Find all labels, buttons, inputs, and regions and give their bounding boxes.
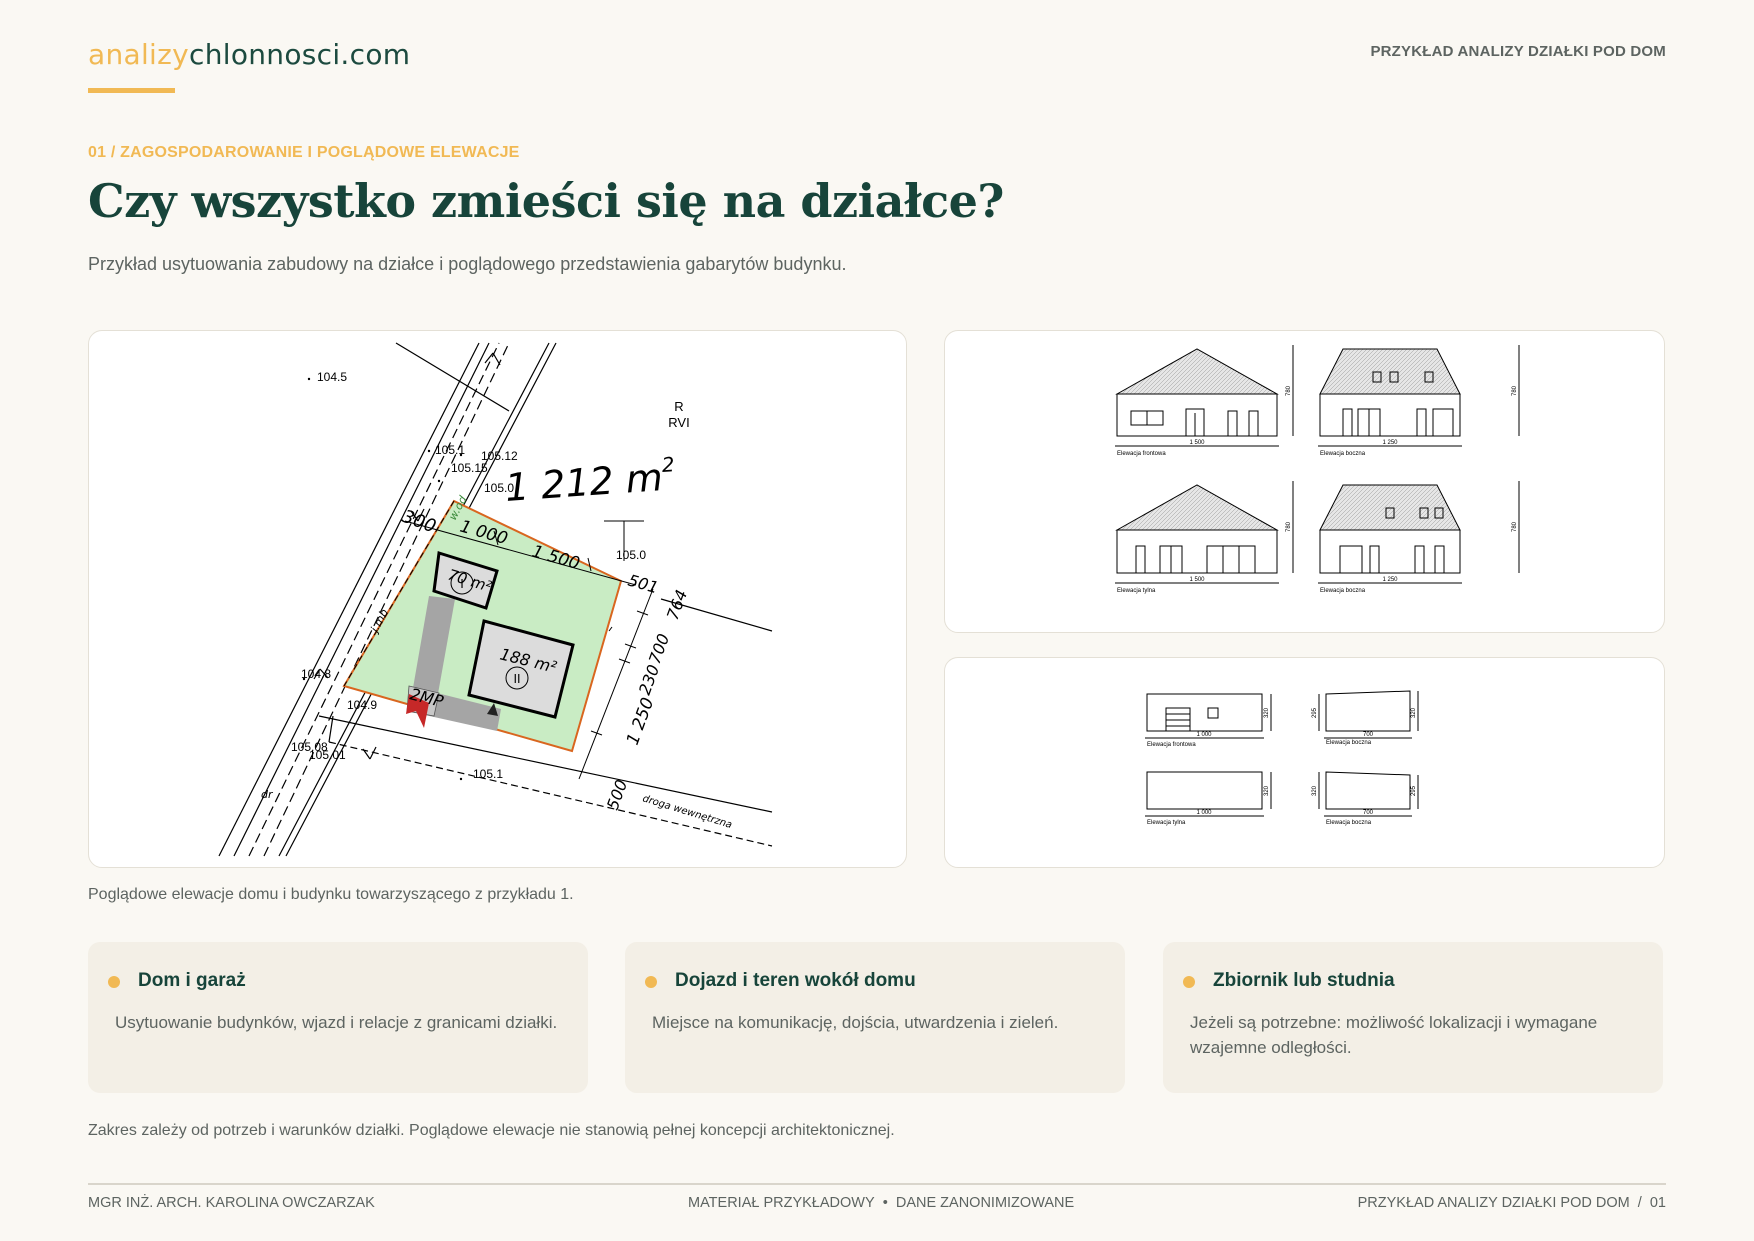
house-label-side-b: Elewacja boczna bbox=[1320, 588, 1366, 594]
footer-center-b: DANE ZANONIMIZOWANE bbox=[895, 1195, 1075, 1211]
garage-dim-rear-height: 320 bbox=[1264, 785, 1270, 796]
scope-note: Zakres zależy od potrzeb i warunków dzia… bbox=[88, 1122, 895, 1139]
bullet-icon bbox=[645, 976, 657, 988]
svg-text:1 212 m2: 1 212 m2 bbox=[503, 452, 676, 510]
house-dim-front-width: 1 500 bbox=[1189, 440, 1205, 446]
soil-class-rvi: RVI bbox=[668, 415, 689, 430]
utility-label-dr: dr bbox=[261, 788, 274, 801]
house-dim-side-a-height: 780 bbox=[1512, 385, 1518, 396]
figure-caption: Poglądowe elewacje domu i budynku towarz… bbox=[88, 886, 574, 903]
spot-height-1048: 104.8 bbox=[301, 667, 331, 681]
site-plan-drawing: 1 212 m2 70 m² I 188 m² II 2MP 300 1 000… bbox=[218, 342, 773, 857]
document-label: PRZYKŁAD ANALIZY DZIAŁKI POD DOM bbox=[1370, 43, 1666, 60]
card-text: Jeżeli są potrzebne: możliwość lokalizac… bbox=[1190, 1013, 1598, 1057]
garage-dim-side-a-height-right: 320 bbox=[1411, 707, 1417, 718]
garage-elevations-panel: 1 000 700 1 000 700 320 295 320 320 320 … bbox=[944, 657, 1665, 868]
card-title: Zbiornik lub studnia bbox=[1213, 970, 1395, 991]
garage-dim-side-b-height-left: 320 bbox=[1312, 785, 1318, 796]
info-card-house: Dom i garaż Usytuowanie budynków, wjazd … bbox=[88, 942, 588, 1093]
spot-height-1045: 104.5 bbox=[317, 370, 347, 384]
spot-height-1051-a: 105.1 bbox=[435, 443, 465, 457]
spot-height-1051-b: 105.1 bbox=[473, 767, 503, 781]
card-text: Miejsce na komunikację, dojścia, utwardz… bbox=[652, 1013, 1059, 1032]
spot-height-1050-a: 105.0 bbox=[484, 481, 514, 495]
spot-height-10501: 105.01 bbox=[309, 748, 346, 762]
spot-height-10515: 105.15 bbox=[451, 461, 488, 475]
house-dim-side-b-width: 1 250 bbox=[1382, 577, 1398, 583]
footer-separator: • bbox=[882, 1195, 888, 1211]
logo-part-1: analizy bbox=[88, 38, 189, 71]
house-dim-rear-height: 780 bbox=[1286, 521, 1292, 532]
dim-501: 501 bbox=[626, 571, 661, 598]
site-plan-panel: 1 212 m2 70 m² I 188 m² II 2MP 300 1 000… bbox=[88, 330, 907, 868]
road-label: droga wewnętrzna bbox=[641, 793, 733, 831]
garage-dim-side-b-height-right: 295 bbox=[1411, 785, 1417, 796]
dim-500: 500 bbox=[603, 777, 631, 812]
bullet-icon bbox=[108, 976, 120, 988]
house-dim-rear-width: 1 500 bbox=[1189, 577, 1205, 583]
info-card-access: Dojazd i teren wokół domu Miejsce na kom… bbox=[625, 942, 1125, 1093]
footer-doc-title: PRZYKŁAD ANALIZY DZIAŁKI POD DOM bbox=[1357, 1195, 1630, 1211]
dim-230: 230 bbox=[635, 662, 663, 697]
garage-dim-side-b-width: 700 bbox=[1363, 810, 1374, 816]
house-elevations-drawing: 1 500 1 250 1 500 1 250 780 780 780 780 … bbox=[1115, 345, 1520, 594]
section-kicker: 01 / ZAGOSPODAROWANIE I POGLĄDOWE ELEWAC… bbox=[88, 144, 520, 161]
soil-class-r: R bbox=[674, 399, 683, 414]
card-title: Dom i garaż bbox=[138, 970, 246, 991]
garage-dim-side-a-width: 700 bbox=[1363, 732, 1374, 738]
logo[interactable]: analizychlonnosci.com bbox=[88, 38, 410, 71]
garage-label-front: Elewacja frontowa bbox=[1147, 742, 1196, 748]
logo-part-2: chlonnosci.com bbox=[189, 38, 411, 71]
house-number: II bbox=[513, 672, 520, 686]
garage-dim-rear-width: 1 000 bbox=[1196, 810, 1212, 816]
house-label-side-a: Elewacja boczna bbox=[1320, 451, 1366, 457]
footer-center: MATERIAŁ PRZYKŁADOWY • DANE ZANONIMIZOWA… bbox=[688, 1195, 1074, 1211]
garage-label-side-a: Elewacja boczna bbox=[1326, 740, 1372, 746]
plot-area-exponent: 2 bbox=[661, 452, 675, 477]
house-label-rear: Elewacja tylna bbox=[1117, 588, 1156, 594]
card-title: Dojazd i teren wokół domu bbox=[675, 970, 916, 991]
spot-height-1050-b: 105.0 bbox=[616, 548, 646, 562]
dim-700: 700 bbox=[645, 631, 673, 666]
plot-area-unit: m bbox=[624, 455, 664, 501]
garage-number: I bbox=[460, 577, 464, 591]
plot-area-value: 1 212 bbox=[504, 458, 616, 509]
footer-center-a: MATERIAŁ PRZYKŁADOWY bbox=[688, 1195, 875, 1211]
garage-label-rear: Elewacja tylna bbox=[1147, 820, 1186, 826]
garage-dim-front-width: 1 000 bbox=[1196, 732, 1212, 738]
house-elevations-panel: 1 500 1 250 1 500 1 250 780 780 780 780 … bbox=[944, 330, 1665, 633]
dim-1250: 1 250 bbox=[623, 695, 658, 748]
page-number: 01 bbox=[1649, 1195, 1666, 1211]
house-dim-side-a-width: 1 250 bbox=[1382, 440, 1398, 446]
garage-dim-front-height: 320 bbox=[1264, 707, 1270, 718]
page-subtitle: Przykład usytuowania zabudowy na działce… bbox=[88, 254, 847, 274]
footer-right: PRZYKŁAD ANALIZY DZIAŁKI POD DOM / 01 bbox=[1358, 1195, 1666, 1211]
footer-divider bbox=[88, 1183, 1666, 1185]
house-dim-side-b-height: 780 bbox=[1512, 521, 1518, 532]
footer-author: MGR INŻ. ARCH. KAROLINA OWCZARZAK bbox=[88, 1195, 375, 1211]
garage-label-side-b: Elewacja boczna bbox=[1326, 820, 1372, 826]
dim-300: 300 bbox=[399, 506, 438, 537]
house-dim-front-height: 780 bbox=[1286, 385, 1292, 396]
garage-elevations-drawing: 1 000 700 1 000 700 320 295 320 320 320 … bbox=[1145, 690, 1419, 826]
bullet-icon bbox=[1183, 976, 1195, 988]
info-card-tank: Zbiornik lub studnia Jeżeli są potrzebne… bbox=[1163, 942, 1663, 1093]
spot-height-1049: 104.9 bbox=[347, 698, 377, 712]
garage-dim-side-a-height-left: 295 bbox=[1312, 707, 1318, 718]
footer-right-separator: / bbox=[1637, 1195, 1642, 1211]
dim-764: 764 bbox=[663, 587, 691, 622]
logo-underline bbox=[88, 88, 175, 93]
page-title: Czy wszystko zmieści się na działce? bbox=[88, 174, 1004, 228]
house-label-front: Elewacja frontowa bbox=[1117, 451, 1166, 457]
card-text: Usytuowanie budynków, wjazd i relacje z … bbox=[115, 1013, 558, 1032]
